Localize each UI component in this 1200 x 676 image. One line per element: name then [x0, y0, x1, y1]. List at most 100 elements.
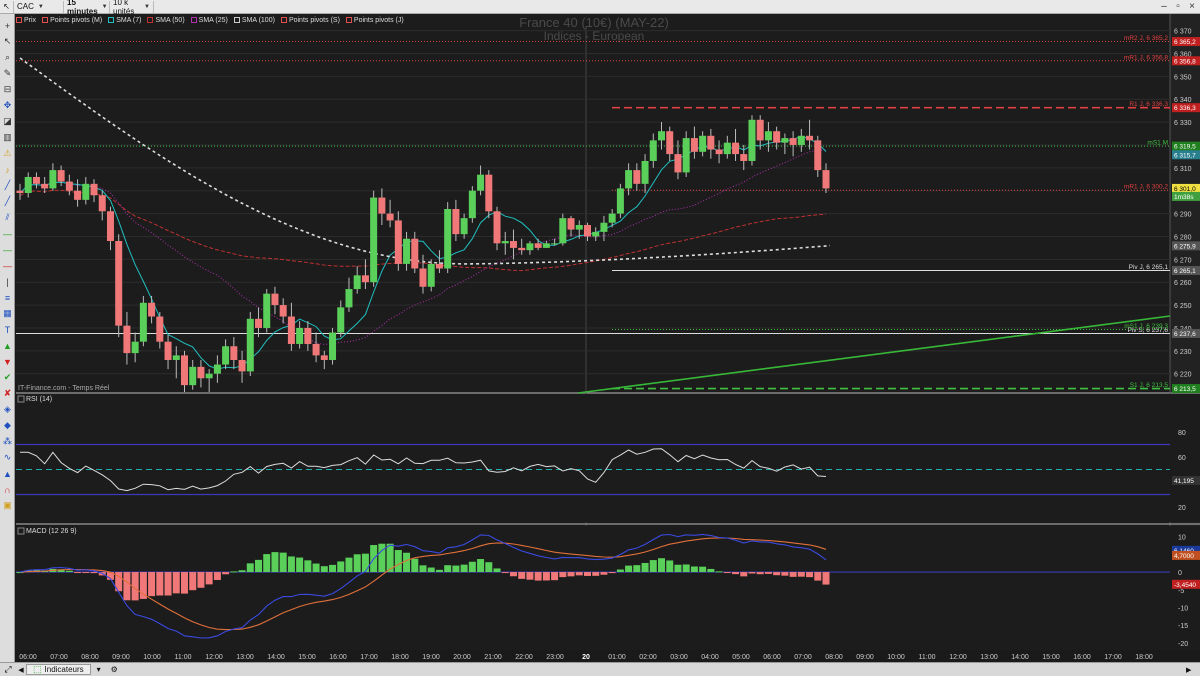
ruler-icon[interactable]: ⊟	[2, 84, 13, 95]
candle-body	[180, 355, 188, 386]
layers-icon[interactable]: ◈	[2, 404, 13, 415]
cross-icon[interactable]: ✘	[2, 388, 13, 399]
lock-icon[interactable]: ▣	[2, 500, 13, 511]
indicators-button[interactable]: ⬚ Indicateurs	[26, 664, 91, 675]
expand-icon[interactable]: ⤢	[0, 664, 16, 675]
candle-body	[789, 138, 797, 145]
legend-item[interactable]: SMA (50)	[147, 17, 185, 24]
price-tag-label: 6 275,9	[1174, 243, 1196, 250]
x-tick-label: 11:00	[919, 654, 936, 661]
candle-body	[485, 174, 493, 212]
macd-histogram-bar	[542, 572, 550, 581]
x-tick-label: 17:00	[360, 654, 378, 661]
wave-icon[interactable]: ∿	[2, 452, 13, 463]
legend-item[interactable]: Points pivots (J)	[345, 16, 404, 24]
macd-histogram-bar	[674, 564, 682, 573]
legend-item[interactable]: SMA (25)	[190, 17, 228, 24]
settings-icon[interactable]: ⚙	[111, 665, 118, 674]
candle-body	[509, 241, 517, 248]
red-line-icon[interactable]: —	[2, 260, 13, 271]
macd-tick: -10	[1178, 605, 1188, 612]
legend-checkbox[interactable]	[280, 17, 287, 23]
candle-body	[452, 209, 460, 235]
bell-icon[interactable]: ♪	[2, 164, 13, 175]
legend-checkbox[interactable]	[108, 17, 115, 23]
fibonacci-icon[interactable]: ≡	[2, 292, 13, 303]
trash-icon[interactable]: ▥	[2, 132, 13, 143]
macd-histogram-bar	[271, 552, 279, 573]
price-tag-label: 6 301,0	[1174, 186, 1196, 193]
candle-body	[361, 275, 369, 283]
price-tag-label: 6 336,3	[1174, 105, 1196, 112]
x-tick-label: 06:00	[19, 654, 37, 661]
y-tick-label: 6 370	[1174, 29, 1192, 36]
legend-label: Points pivots (J)	[353, 16, 404, 24]
legend-checkbox[interactable]	[190, 17, 197, 23]
chart-canvas[interactable]: 6 2206 2306 2406 2506 2606 2706 2806 290…	[0, 0, 1200, 676]
zoom-icon[interactable]: ⌕	[2, 52, 13, 63]
arrow-down-icon[interactable]: ▼	[2, 356, 13, 367]
legend-checkbox[interactable]	[16, 17, 22, 23]
macd-tick: -5	[1178, 588, 1184, 595]
macd-pane: MACD (12 26 9)-20-15-10-505106,14604,700…	[16, 526, 1200, 650]
alert-icon[interactable]: ⚠	[2, 148, 13, 159]
horizontal-line-icon[interactable]: —	[2, 228, 13, 239]
interval-select[interactable]: 15 minutes ▼	[64, 0, 110, 16]
dropdown-icon[interactable]: ▾	[97, 665, 101, 674]
legend-item[interactable]: Points pivots (M)	[42, 17, 102, 24]
diamond-icon[interactable]: ◆	[2, 420, 13, 431]
arrow-up-icon[interactable]: ▲	[2, 340, 13, 351]
maximize-icon[interactable]: ▫	[1172, 1, 1184, 12]
x-tick-label: 08:00	[825, 654, 843, 661]
legend-item[interactable]: SMA (100)	[233, 17, 275, 24]
channel-icon[interactable]: ⫽	[2, 212, 13, 223]
legend-checkbox[interactable]	[147, 17, 154, 23]
legend-item[interactable]: Prix	[16, 17, 36, 24]
check-icon[interactable]: ✔	[2, 372, 13, 383]
x-tick-label: 02:00	[639, 654, 657, 661]
chevron-left-icon[interactable]: ◀	[16, 666, 26, 674]
vertical-line-icon[interactable]: |	[2, 276, 13, 287]
eraser-icon[interactable]: ◪	[2, 116, 13, 127]
shapes-icon[interactable]: ▲	[2, 468, 13, 479]
ray-icon[interactable]: ╱	[2, 196, 13, 207]
crosshair-icon[interactable]: +	[2, 20, 13, 31]
pivot-label: mR1 J, 6 300,2	[1124, 184, 1168, 191]
x-tick-label: 10:00	[143, 654, 161, 661]
units-select[interactable]: 10 k unités ▼	[110, 0, 154, 16]
legend-label: Points pivots (S)	[288, 16, 340, 24]
pencil-icon[interactable]: ✎	[2, 68, 13, 79]
candle-body	[230, 346, 238, 360]
move-icon[interactable]: ✥	[2, 100, 13, 111]
pattern-icon[interactable]: ⁂	[2, 436, 13, 447]
legend-checkbox[interactable]	[42, 17, 49, 23]
legend-item[interactable]: SMA (7)	[108, 17, 141, 24]
close-icon[interactable]: ×	[1186, 1, 1198, 12]
grid-icon[interactable]: ▦	[2, 308, 13, 319]
text-icon[interactable]: T	[2, 324, 13, 335]
candle-body	[123, 325, 131, 354]
candle-body	[246, 318, 254, 372]
macd-histogram-bar	[148, 572, 156, 597]
magnet-icon[interactable]: ∩	[2, 484, 13, 495]
macd-histogram-bar	[715, 571, 723, 573]
legend-checkbox[interactable]	[345, 17, 352, 23]
chevron-right-icon[interactable]: ▶	[1186, 666, 1191, 674]
candle-body	[822, 170, 830, 189]
macd-tick: -20	[1178, 641, 1188, 648]
x-tick-label: 23:00	[546, 654, 564, 661]
legend-item[interactable]: Points pivots (S)	[280, 16, 340, 24]
chart-subtitle: Indices - European	[544, 29, 645, 43]
trendline-icon[interactable]: ╱	[2, 180, 13, 191]
macd-histogram-bar	[189, 572, 197, 591]
x-tick-label: 13:00	[236, 654, 254, 661]
macd-histogram-bar	[139, 572, 147, 599]
legend-checkbox[interactable]	[233, 17, 240, 23]
green-line-icon[interactable]: —	[2, 244, 13, 255]
cursor-icon[interactable]: ↖	[0, 0, 14, 13]
pointer-icon[interactable]: ↖	[2, 36, 13, 47]
minimize-icon[interactable]: –	[1158, 1, 1170, 12]
candle-body	[148, 302, 156, 317]
symbol-select[interactable]: CAC ▼	[14, 0, 64, 13]
candle-body	[435, 263, 443, 269]
